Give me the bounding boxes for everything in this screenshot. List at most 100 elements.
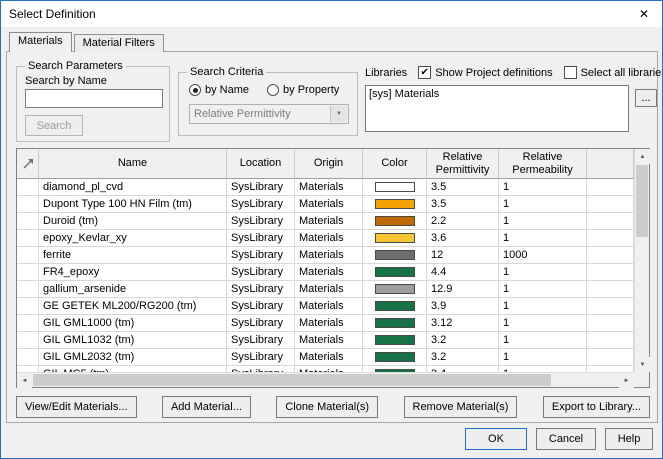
table-row[interactable]: GIL GML2032 (tm) SysLibrary Materials 3.2 1 xyxy=(17,349,634,366)
column-header-color[interactable]: Color xyxy=(363,149,427,179)
dialog-title: Select Definition xyxy=(9,7,96,21)
cancel-button[interactable]: Cancel xyxy=(536,428,596,450)
scroll-left-icon[interactable]: ◄ xyxy=(17,373,32,388)
cell-origin: Materials xyxy=(295,349,363,366)
cell-origin: Materials xyxy=(295,298,363,315)
scroll-down-icon[interactable]: ▼ xyxy=(635,357,650,372)
column-header-name[interactable]: Name xyxy=(39,149,227,179)
cell-filler xyxy=(587,281,634,298)
color-swatch xyxy=(374,284,415,294)
table-row[interactable]: epoxy_Kevlar_xy SysLibrary Materials 3.6 1 xyxy=(17,230,634,247)
cell-origin: Materials xyxy=(295,179,363,196)
select-all-libraries-label: Select all libraries xyxy=(580,66,663,79)
cell-relative-permeability: 1 xyxy=(499,281,587,298)
cell-relative-permittivity: 3.9 xyxy=(427,298,499,315)
table-row[interactable]: ferrite SysLibrary Materials 12 1000 xyxy=(17,247,634,264)
cell-color xyxy=(363,281,427,298)
show-project-definitions-checkbox[interactable]: ✔ xyxy=(418,66,432,79)
library-list-item[interactable]: [sys] Materials xyxy=(369,87,625,101)
table-row[interactable]: diamond_pl_cvd SysLibrary Materials 3.5 1 xyxy=(17,179,634,196)
table-row[interactable]: FR4_epoxy SysLibrary Materials 4.4 1 xyxy=(17,264,634,281)
cell-relative-permeability: 1 xyxy=(499,349,587,366)
color-swatch xyxy=(374,352,415,362)
table-row[interactable]: Duroid (tm) SysLibrary Materials 2.2 1 xyxy=(17,213,634,230)
cell-location: SysLibrary xyxy=(227,332,295,349)
property-dropdown[interactable]: Relative Permittivity ▼ xyxy=(189,104,349,124)
close-icon[interactable]: ✕ xyxy=(626,1,662,27)
tab-material-filters[interactable]: Material Filters xyxy=(73,34,164,52)
cell-name: GIL GML1032 (tm) xyxy=(39,332,227,349)
search-button[interactable]: Search xyxy=(25,115,83,136)
table-row[interactable]: Dupont Type 100 HN Film (tm) SysLibrary Ma… xyxy=(17,196,634,213)
horizontal-scrollbar[interactable]: ◄ ► xyxy=(17,372,634,388)
table-row[interactable]: gallium_arsenide SysLibrary Materials 12.9 1 xyxy=(17,281,634,298)
browse-libraries-button[interactable]: ... xyxy=(635,89,657,107)
clone-material-button[interactable]: Clone Material(s) xyxy=(276,396,379,418)
color-swatch xyxy=(374,335,415,345)
row-selector-cell[interactable] xyxy=(17,230,39,247)
column-header-origin[interactable]: Origin xyxy=(295,149,363,179)
vertical-scrollbar-thumb[interactable] xyxy=(636,165,648,237)
row-selector-cell[interactable] xyxy=(17,315,39,332)
cell-relative-permittivity: 12.9 xyxy=(427,281,499,298)
column-header-filler xyxy=(587,149,634,179)
table-row[interactable]: GIL GML1032 (tm) SysLibrary Materials 3.2 1 xyxy=(17,332,634,349)
horizontal-scrollbar-thumb[interactable] xyxy=(33,374,551,386)
cell-location: SysLibrary xyxy=(227,281,295,298)
cell-location: SysLibrary xyxy=(227,264,295,281)
export-to-library-button[interactable]: Export to Library... xyxy=(542,396,650,418)
cell-color xyxy=(363,264,427,281)
select-all-libraries-checkbox[interactable] xyxy=(563,66,577,79)
color-swatch xyxy=(374,250,415,260)
cell-location: SysLibrary xyxy=(227,298,295,315)
cell-origin: Materials xyxy=(295,281,363,298)
row-selector-cell[interactable] xyxy=(17,247,39,264)
cell-filler xyxy=(587,213,634,230)
row-selector-cell[interactable] xyxy=(17,179,39,196)
cell-origin: Materials xyxy=(295,264,363,281)
vertical-scrollbar[interactable]: ▲ ▼ xyxy=(634,149,650,372)
cell-location: SysLibrary xyxy=(227,247,295,264)
cell-location: SysLibrary xyxy=(227,179,295,196)
row-selector-cell[interactable] xyxy=(17,332,39,349)
remove-material-button[interactable]: Remove Material(s) xyxy=(403,396,518,418)
cell-relative-permittivity: 12 xyxy=(427,247,499,264)
by-name-radio[interactable] xyxy=(189,84,201,96)
row-selector-cell[interactable] xyxy=(17,213,39,230)
cell-relative-permeability: 1 xyxy=(499,196,587,213)
table-row[interactable]: GE GETEK ML200/RG200 (tm) SysLibrary Mater… xyxy=(17,298,634,315)
row-selector-cell[interactable] xyxy=(17,196,39,213)
column-header-permeability[interactable]: Relative Permeability xyxy=(499,149,587,179)
scroll-right-icon[interactable]: ► xyxy=(619,373,634,388)
column-header-location[interactable]: Location xyxy=(227,149,295,179)
tab-strip: Materials Material Filters xyxy=(9,32,166,52)
by-property-radio[interactable] xyxy=(267,84,280,96)
search-criteria-group: Search Criteria by Name by Property Rela… xyxy=(178,66,358,136)
cell-name: gallium_arsenide xyxy=(39,281,227,298)
cell-name: ferrite xyxy=(39,247,227,264)
row-selector-cell[interactable] xyxy=(17,281,39,298)
chevron-down-icon[interactable]: ▼ xyxy=(330,106,347,122)
row-selector-cell[interactable] xyxy=(17,264,39,281)
tab-materials[interactable]: Materials xyxy=(9,32,72,52)
cell-location: SysLibrary xyxy=(227,230,295,247)
cell-relative-permeability: 1 xyxy=(499,332,587,349)
row-selector-cell[interactable] xyxy=(17,349,39,366)
cell-origin: Materials xyxy=(295,247,363,264)
search-by-name-input[interactable] xyxy=(25,89,163,108)
select-definition-dialog: Select Definition ✕ Materials Material F… xyxy=(0,0,663,459)
add-material-button[interactable]: Add Material... xyxy=(161,396,251,418)
cell-relative-permeability: 1 xyxy=(499,179,587,196)
cell-relative-permittivity: 3.12 xyxy=(427,315,499,332)
table-row[interactable]: GIL GML1000 (tm) SysLibrary Materials 3.12 1 xyxy=(17,315,634,332)
cell-location: SysLibrary xyxy=(227,349,295,366)
ok-button[interactable]: OK xyxy=(465,428,527,450)
scroll-up-icon[interactable]: ▲ xyxy=(635,149,650,164)
row-selector-cell[interactable] xyxy=(17,298,39,315)
view-edit-materials-button[interactable]: View/Edit Materials... xyxy=(16,396,137,418)
column-header-permittivity[interactable]: Relative Permittivity xyxy=(427,149,499,179)
help-button[interactable]: Help xyxy=(605,428,653,450)
sort-header-cell[interactable] xyxy=(17,149,39,179)
libraries-list[interactable]: [sys] Materials xyxy=(365,85,629,132)
by-property-label: by Property xyxy=(283,84,340,96)
